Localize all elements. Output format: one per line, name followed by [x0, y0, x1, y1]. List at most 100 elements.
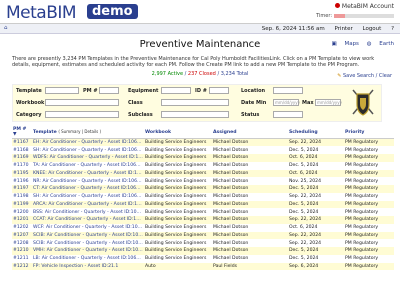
- table-row[interactable]: #1212 FP: Vehicle Inspection - Asset ID:2…: [12, 262, 394, 271]
- template-cell[interactable]: SH: Air Conditioner - Quarterly - Asset …: [32, 192, 144, 201]
- table-row[interactable]: #1167 EH: Air Conditioner - Quarterly - A…: [12, 138, 394, 147]
- pm-number-cell[interactable]: #1200: [12, 208, 32, 216]
- equipment-input[interactable]: [161, 87, 191, 94]
- template-cell[interactable]: BSS: Air Conditioner - Quarterly - Asset…: [32, 208, 144, 216]
- pm-number-cell[interactable]: #1199: [12, 200, 32, 209]
- subclass-select[interactable]: [161, 111, 229, 118]
- pm-number-cell[interactable]: #1198: [12, 192, 32, 201]
- date-max-label: Max: [302, 100, 314, 106]
- earth-link[interactable]: ◍ Earth: [367, 41, 394, 47]
- table-row[interactable]: #1169 WDFS: Air Conditioner - Quarterly -…: [12, 154, 394, 162]
- pm-number-cell[interactable]: #1168: [12, 146, 32, 154]
- table-row[interactable]: #1196 NR: Air Conditioner - Quarterly - A…: [12, 177, 394, 185]
- maps-link[interactable]: ▣ Maps: [332, 41, 359, 47]
- table-row[interactable]: #1195 KNEE: Air Conditioner - Quarterly -…: [12, 169, 394, 178]
- template-cell[interactable]: VMH: Air Conditioner - Quarterly - Asset…: [32, 247, 144, 255]
- app-logo[interactable]: MetaBIM: [6, 3, 77, 23]
- template-cell[interactable]: NR: Air Conditioner - Quarterly - Asset …: [32, 177, 144, 185]
- home-icon[interactable]: ⌂: [4, 25, 8, 31]
- pm-number-cell[interactable]: #1170: [12, 161, 32, 170]
- pm-number-cell[interactable]: #1202: [12, 223, 32, 232]
- pm-number-cell[interactable]: #1167: [12, 138, 32, 147]
- template-cell[interactable]: SCIB: Air Conditioner - Quarterly - Asse…: [32, 231, 144, 240]
- search-shield-icon[interactable]: [351, 88, 375, 118]
- summary-details-toggle[interactable]: ( Summary | Details ): [58, 129, 101, 134]
- table-row[interactable]: #1208 SCIB: Air Conditioner - Quarterly -…: [12, 239, 394, 247]
- pm-number-cell[interactable]: #1210: [12, 247, 32, 255]
- template-cell[interactable]: TA: Air Conditioner - Quarterly - Asset …: [32, 161, 144, 170]
- total-count[interactable]: 3,234 Total: [221, 71, 249, 77]
- priority-cell: PM Regulatory: [344, 254, 394, 263]
- template-cell[interactable]: SCIB: Air Conditioner - Quarterly - Asse…: [32, 239, 144, 247]
- table-row[interactable]: #1202 WCF: Air Conditioner - Quarterly - …: [12, 223, 394, 232]
- pm-number-cell[interactable]: #1196: [12, 177, 32, 185]
- col-pm-no[interactable]: PM # ▼: [12, 126, 32, 139]
- scheduling-cell: Dec. 5, 2024: [288, 208, 344, 216]
- col-assigned[interactable]: Assigned: [212, 126, 288, 139]
- table-row[interactable]: #1210 VMH: Air Conditioner - Quarterly - …: [12, 247, 394, 255]
- template-cell[interactable]: ARCA: Air Conditioner - Quarterly - Asse…: [32, 200, 144, 209]
- class-select[interactable]: [161, 99, 229, 106]
- pm-number-cell[interactable]: #1197: [12, 185, 32, 193]
- pm-number-cell[interactable]: #1169: [12, 154, 32, 162]
- template-cell[interactable]: WCF: Air Conditioner - Quarterly - Asset…: [32, 223, 144, 232]
- template-cell[interactable]: FP: Vehicle Inspection - Asset ID:21.1: [32, 262, 144, 271]
- table-row[interactable]: #1199 ARCA: Air Conditioner - Quarterly -…: [12, 200, 394, 209]
- template-cell[interactable]: KNEE: Air Conditioner - Quarterly - Asse…: [32, 169, 144, 178]
- workbook-label: Workbook: [16, 100, 45, 106]
- table-row[interactable]: #1211 LB: Air Conditioner - Quarterly - A…: [12, 254, 394, 263]
- id-no-input[interactable]: [209, 87, 229, 94]
- save-search-link[interactable]: Save Search: [343, 73, 374, 79]
- priority-cell: PM Regulatory: [344, 161, 394, 170]
- template-cell[interactable]: WDFS: Air Conditioner - Quarterly - Asse…: [32, 154, 144, 162]
- date-min-label: Date Min: [241, 100, 267, 106]
- logout-link[interactable]: Logout: [362, 26, 381, 32]
- table-row[interactable]: #1170 TA: Air Conditioner - Quarterly - A…: [12, 161, 394, 170]
- priority-cell: PM Regulatory: [344, 154, 394, 162]
- account-link[interactable]: MetaBIM Account: [334, 3, 394, 10]
- pm-number-cell[interactable]: #1212: [12, 262, 32, 271]
- table-row[interactable]: #1197 CT: Air Conditioner - Quarterly - A…: [12, 185, 394, 193]
- top-bar: MetaBIM demo MetaBIM Account Timer:: [0, 0, 400, 24]
- template-cell[interactable]: CT: Air Conditioner - Quarterly - Asset …: [32, 185, 144, 193]
- workbook-select[interactable]: [45, 99, 119, 106]
- pm-number-cell[interactable]: #1195: [12, 169, 32, 178]
- template-cell[interactable]: LB: Air Conditioner - Quarterly - Asset …: [32, 254, 144, 263]
- template-input[interactable]: [45, 87, 79, 94]
- assigned-cell: Michael Dotson: [212, 247, 288, 255]
- scheduling-cell: Dec. 5, 2024: [288, 254, 344, 263]
- template-cell[interactable]: EH: Air Conditioner - Quarterly - Asset …: [32, 138, 144, 147]
- table-row[interactable]: #1201 CCAT: Air Conditioner - Quarterly -…: [12, 216, 394, 224]
- col-template[interactable]: Template ( Summary | Details ): [32, 126, 144, 139]
- priority-cell: PM Regulatory: [344, 247, 394, 255]
- location-input[interactable]: [273, 87, 303, 94]
- pm-number-cell[interactable]: #1208: [12, 239, 32, 247]
- category-select[interactable]: [45, 111, 119, 118]
- col-scheduling[interactable]: Scheduling: [288, 126, 344, 139]
- filter-panel: Template PM # Equipment ID # Location Wo…: [12, 84, 382, 122]
- active-count[interactable]: 2,997 Active: [152, 71, 183, 77]
- pm-number-cell[interactable]: #1201: [12, 216, 32, 224]
- table-row[interactable]: #1168 SH: Air Conditioner - Quarterly - A…: [12, 146, 394, 154]
- clear-link[interactable]: Clear: [379, 73, 392, 79]
- date-max-input[interactable]: mm/dd/yyyy: [315, 99, 342, 106]
- pm-no-input[interactable]: [99, 87, 119, 94]
- sort-down-icon: ▼: [13, 132, 17, 137]
- date-min-input[interactable]: mm/dd/yyyy: [273, 99, 300, 106]
- table-row[interactable]: #1198 SH: Air Conditioner - Quarterly - A…: [12, 192, 394, 201]
- pm-number-cell[interactable]: #1211: [12, 254, 32, 263]
- template-cell[interactable]: SH: Air Conditioner - Quarterly - Asset …: [32, 146, 144, 154]
- priority-cell: PM Regulatory: [344, 146, 394, 154]
- equipment-label: Equipment: [128, 88, 159, 94]
- printer-link[interactable]: Printer: [334, 26, 352, 32]
- assigned-cell: Michael Dotson: [212, 161, 288, 170]
- col-workbook[interactable]: Workbook: [144, 126, 212, 139]
- help-link[interactable]: ?: [391, 26, 394, 32]
- template-cell[interactable]: CCAT: Air Conditioner - Quarterly - Asse…: [32, 216, 144, 224]
- closed-count[interactable]: 237 Closed: [188, 71, 216, 77]
- status-select[interactable]: [273, 111, 303, 118]
- col-priority[interactable]: Priority: [344, 126, 394, 139]
- pm-number-cell[interactable]: #1207: [12, 231, 32, 240]
- table-row[interactable]: #1200 BSS: Air Conditioner - Quarterly - …: [12, 208, 394, 216]
- table-row[interactable]: #1207 SCIB: Air Conditioner - Quarterly -…: [12, 231, 394, 240]
